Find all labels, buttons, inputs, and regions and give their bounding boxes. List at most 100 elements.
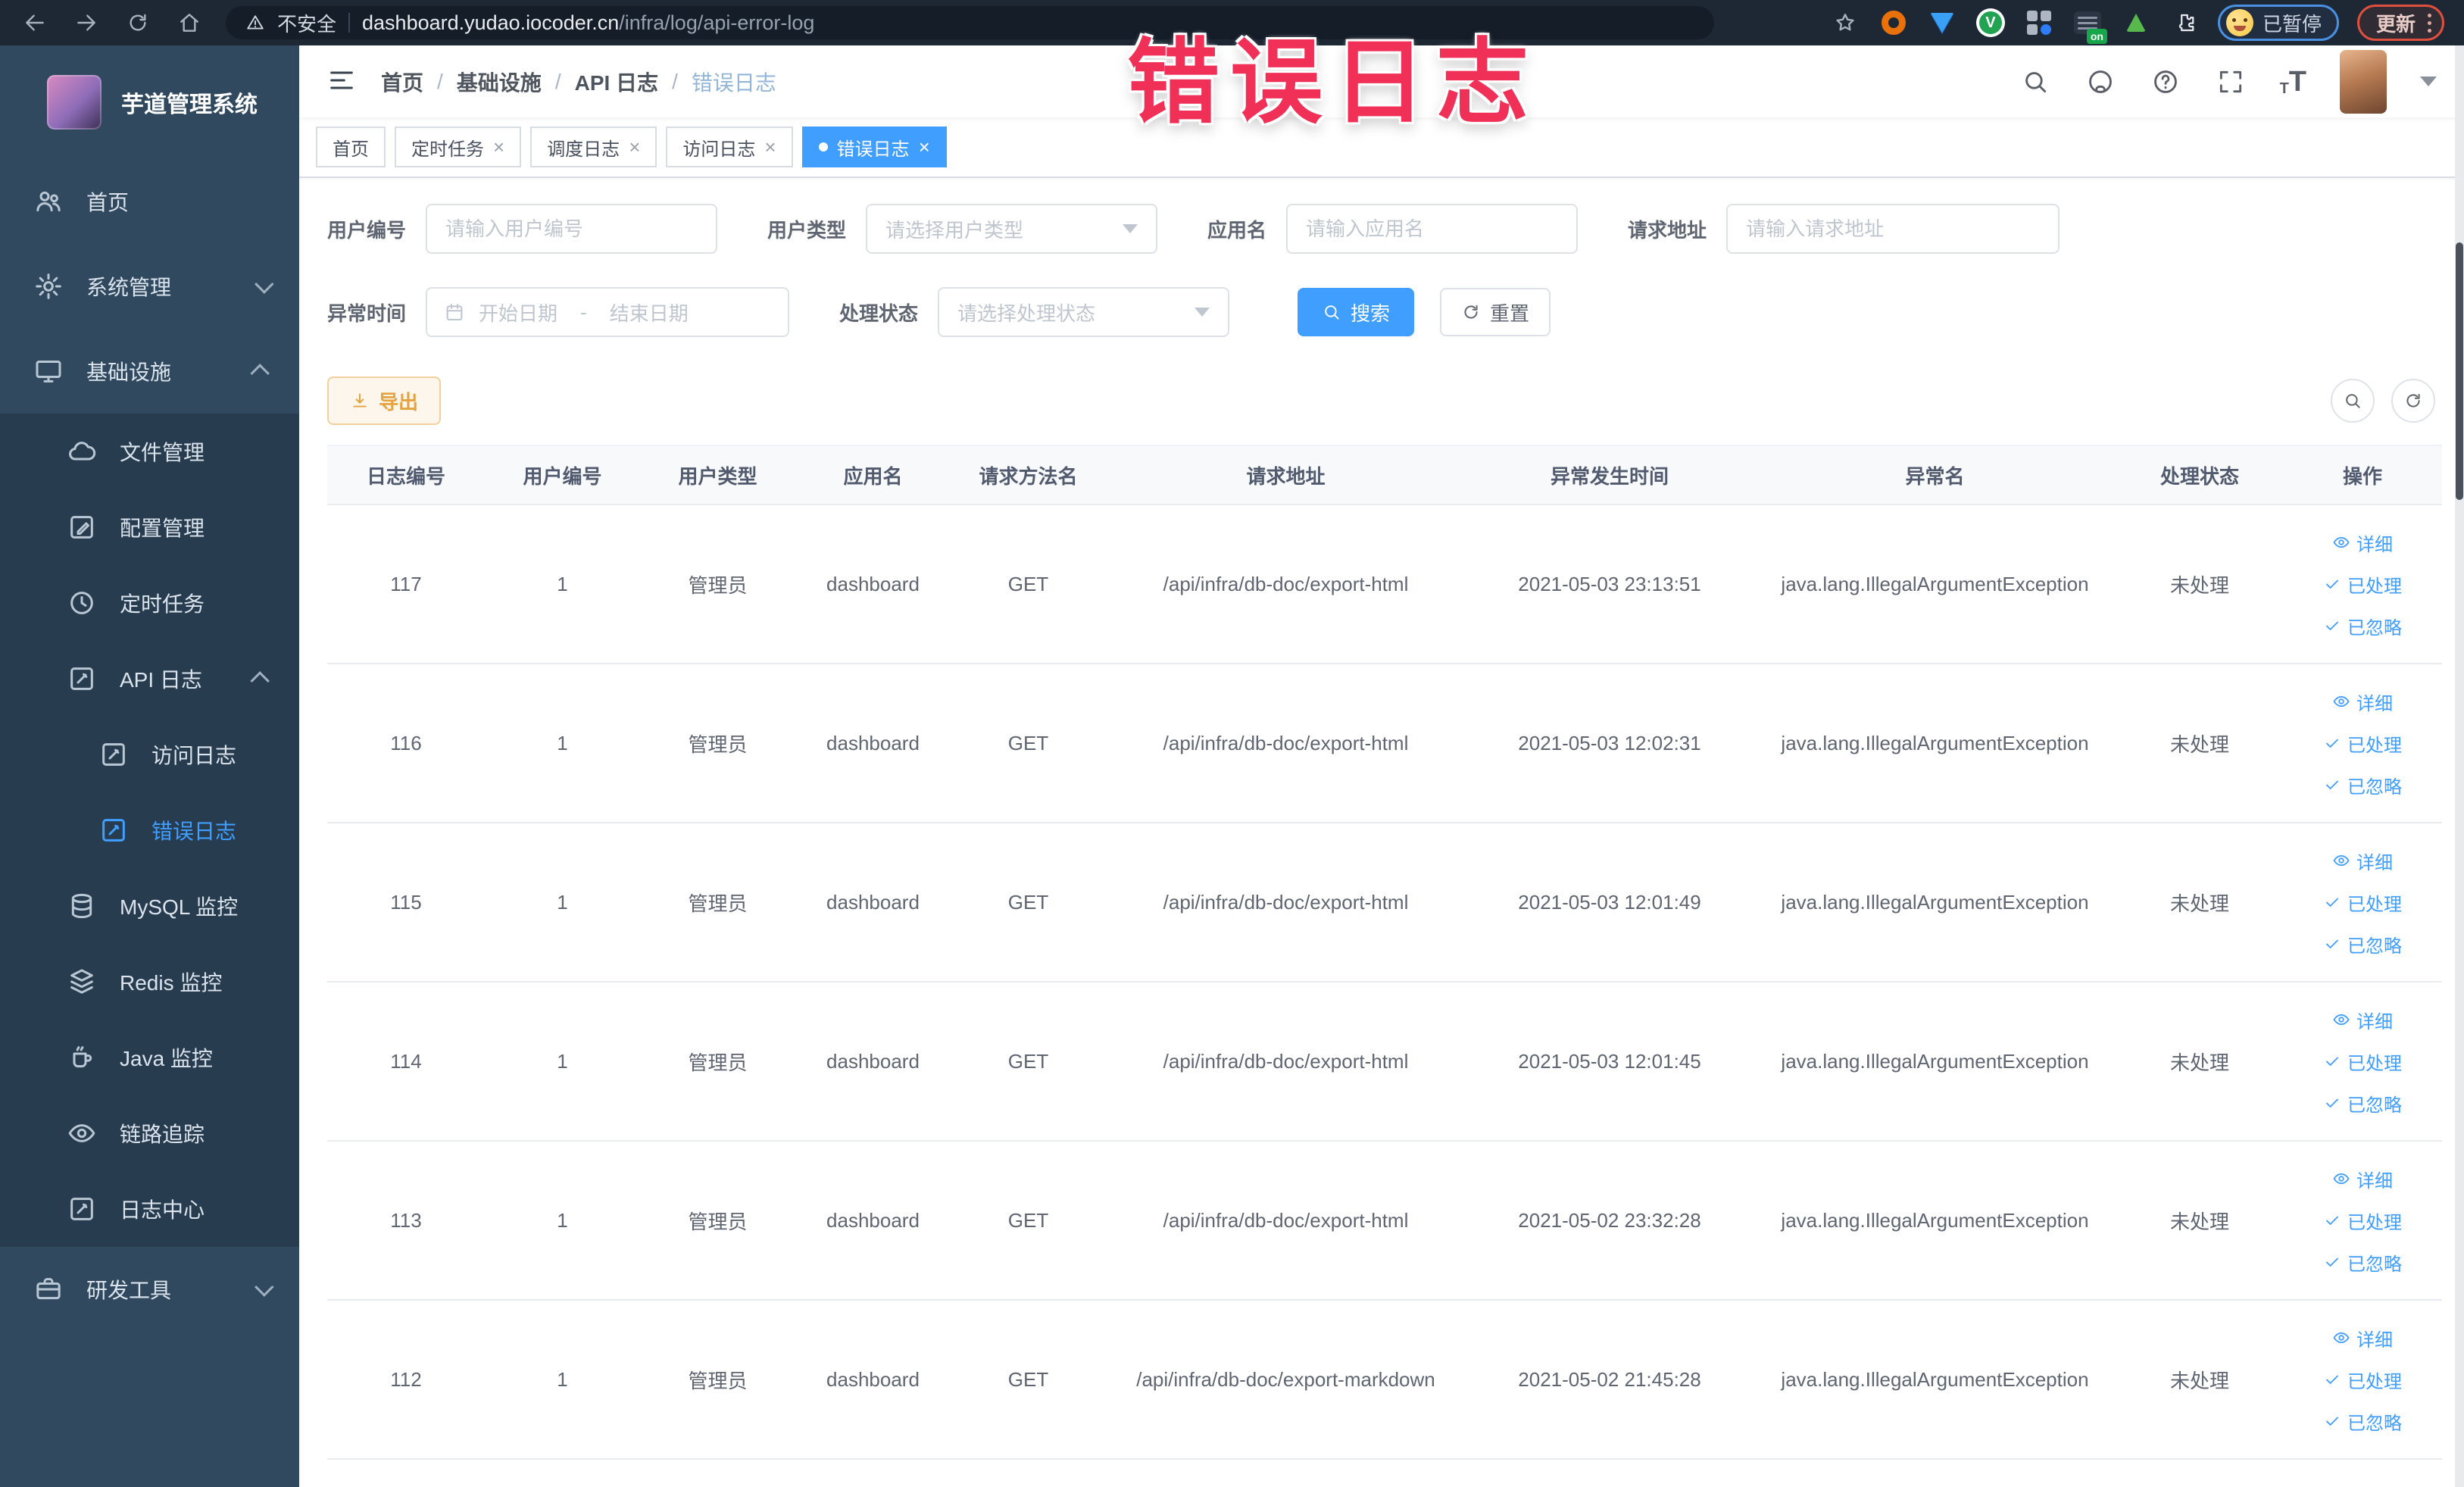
tab-close-icon[interactable]: × bbox=[629, 137, 640, 157]
tab-close-icon[interactable]: × bbox=[919, 137, 930, 157]
search-button[interactable]: 搜索 bbox=[1298, 288, 1415, 336]
github-icon[interactable] bbox=[2085, 66, 2116, 98]
extension-donut-icon[interactable] bbox=[1878, 8, 1909, 38]
sidebar-item-label: Redis 监控 bbox=[120, 971, 223, 995]
fullscreen-icon[interactable] bbox=[2215, 66, 2247, 98]
browser-menu-icon[interactable] bbox=[2428, 13, 2431, 33]
sidebar-item-Java 监控[interactable]: Java 监控 bbox=[0, 1020, 299, 1095]
eye-icon bbox=[67, 1118, 97, 1148]
action-ignored[interactable]: 已忽略 bbox=[2323, 1408, 2402, 1435]
action-processed[interactable]: 已处理 bbox=[2323, 1207, 2402, 1234]
search-icon[interactable] bbox=[2019, 66, 2051, 98]
action-ignored[interactable]: 已忽略 bbox=[2323, 931, 2402, 957]
sidebar-item-首页[interactable]: 首页 bbox=[0, 159, 299, 244]
cell-status: 未处理 bbox=[2169, 733, 2229, 756]
export-button[interactable]: 导出 bbox=[327, 376, 442, 425]
tab-调度日志[interactable]: 调度日志 × bbox=[530, 127, 657, 167]
action-detail[interactable]: 详细 bbox=[2332, 530, 2393, 556]
action-ignored[interactable]: 已忽略 bbox=[2323, 613, 2402, 639]
tab-定时任务[interactable]: 定时任务 × bbox=[395, 127, 522, 167]
sidebar-item-基础设施[interactable]: 基础设施 bbox=[0, 329, 299, 414]
calendar-icon bbox=[444, 301, 465, 323]
action-detail[interactable]: 详细 bbox=[2332, 1007, 2393, 1033]
date-range-picker[interactable]: 开始日期 - 结束日期 bbox=[426, 287, 790, 337]
sidebar-item-文件管理[interactable]: 文件管理 bbox=[0, 414, 299, 489]
tab-首页[interactable]: 首页 bbox=[316, 127, 386, 167]
browser-reload-button[interactable] bbox=[123, 8, 153, 38]
user-type-select[interactable]: 请选择用户类型 bbox=[866, 204, 1158, 254]
cell-app_name: dashboard bbox=[826, 1367, 920, 1391]
filter-app-name: 应用名 bbox=[1207, 204, 1579, 254]
action-detail[interactable]: 详细 bbox=[2332, 1325, 2393, 1351]
refresh-table-button[interactable] bbox=[2391, 379, 2435, 423]
cell-exception: java.lang.IllegalArgumentException bbox=[1781, 1367, 2089, 1391]
eye-icon bbox=[2332, 1011, 2350, 1029]
tab-close-icon[interactable]: × bbox=[764, 137, 776, 157]
extension-plant-icon[interactable] bbox=[2121, 8, 2151, 38]
action-label: 已忽略 bbox=[2347, 1254, 2402, 1275]
breadcrumb-item[interactable]: API 日志 bbox=[575, 67, 658, 97]
action-label: 已处理 bbox=[2347, 735, 2402, 756]
action-ignored[interactable]: 已忽略 bbox=[2323, 1249, 2402, 1276]
breadcrumb-item[interactable]: 基础设施 bbox=[457, 67, 542, 97]
action-processed[interactable]: 已处理 bbox=[2323, 730, 2402, 757]
browser-forward-button[interactable] bbox=[71, 8, 101, 38]
help-icon[interactable] bbox=[2150, 66, 2181, 98]
request-url-input[interactable] bbox=[1726, 204, 2060, 254]
extension-proxy-icon[interactable]: on bbox=[2072, 8, 2107, 44]
logo-image bbox=[47, 75, 101, 130]
tab-访问日志[interactable]: 访问日志 × bbox=[666, 127, 793, 167]
user-id-input[interactable] bbox=[426, 204, 718, 254]
sidebar-item-链路追踪[interactable]: 链路追踪 bbox=[0, 1095, 299, 1171]
browser-back-button[interactable] bbox=[20, 8, 50, 38]
breadcrumb-item[interactable]: 首页 bbox=[381, 67, 423, 97]
action-processed[interactable]: 已处理 bbox=[2323, 1048, 2402, 1075]
action-ignored[interactable]: 已忽略 bbox=[2323, 772, 2402, 798]
app-name-input[interactable] bbox=[1286, 204, 1579, 254]
tab-close-icon[interactable]: × bbox=[493, 137, 504, 157]
sidebar-item-错误日志[interactable]: 错误日志 bbox=[0, 792, 299, 868]
cell-time: 2021-05-03 12:01:49 bbox=[1518, 890, 1701, 914]
reset-button[interactable]: 重置 bbox=[1440, 288, 1551, 336]
sidebar-item-系统管理[interactable]: 系统管理 bbox=[0, 244, 299, 329]
bookmark-star-icon[interactable] bbox=[1830, 8, 1860, 38]
sidebar-logo[interactable]: 芋道管理系统 bbox=[0, 45, 299, 159]
scrollbar-thumb[interactable] bbox=[2456, 242, 2463, 500]
browser-home-button[interactable] bbox=[174, 8, 205, 38]
sidebar-item-label: 定时任务 bbox=[120, 592, 205, 616]
browser-profile-button[interactable]: 已暂停 bbox=[2217, 5, 2339, 41]
cell-method: GET bbox=[1007, 1049, 1049, 1073]
browser-update-button[interactable]: 更新 bbox=[2356, 5, 2444, 41]
action-processed[interactable]: 已处理 bbox=[2323, 1367, 2402, 1393]
avatar-caret-icon[interactable] bbox=[2420, 77, 2437, 86]
sidebar-item-访问日志[interactable]: 访问日志 bbox=[0, 717, 299, 792]
sidebar-item-定时任务[interactable]: 定时任务 bbox=[0, 565, 299, 641]
sidebar-item-日志中心[interactable]: 日志中心 bbox=[0, 1171, 299, 1247]
extension-v-icon[interactable]: V bbox=[1975, 8, 2006, 38]
sidebar-item-MySQL 监控[interactable]: MySQL 监控 bbox=[0, 868, 299, 944]
action-detail[interactable]: 详细 bbox=[2332, 1166, 2393, 1192]
font-size-icon[interactable]: TT bbox=[2280, 67, 2306, 96]
cell-log_id: 112 bbox=[390, 1367, 422, 1391]
sidebar-item-研发工具[interactable]: 研发工具 bbox=[0, 1247, 299, 1332]
column-header-user_type: 用户类型 bbox=[678, 464, 757, 488]
window-scrollbar[interactable] bbox=[2455, 45, 2464, 1487]
sidebar-item-API 日志[interactable]: API 日志 bbox=[0, 641, 299, 717]
cell-user_type: 管理员 bbox=[688, 892, 748, 915]
tab-错误日志[interactable]: 错误日志 × bbox=[801, 127, 947, 167]
extension-grid-icon[interactable] bbox=[2024, 8, 2054, 38]
extensions-puzzle-icon[interactable] bbox=[2169, 8, 2200, 38]
action-ignored[interactable]: 已忽略 bbox=[2323, 1090, 2402, 1117]
cell-actions: 详细 已处理 已忽略 bbox=[2283, 1325, 2442, 1435]
process-status-select[interactable]: 请选择处理状态 bbox=[938, 287, 1230, 337]
action-processed[interactable]: 已处理 bbox=[2323, 889, 2402, 916]
action-detail[interactable]: 详细 bbox=[2332, 848, 2393, 874]
sidebar-item-Redis 监控[interactable]: Redis 监控 bbox=[0, 944, 299, 1020]
action-detail[interactable]: 详细 bbox=[2332, 689, 2393, 715]
sidebar-item-配置管理[interactable]: 配置管理 bbox=[0, 489, 299, 565]
action-processed[interactable]: 已处理 bbox=[2323, 571, 2402, 598]
hamburger-icon[interactable] bbox=[326, 65, 360, 98]
user-avatar[interactable] bbox=[2340, 49, 2387, 114]
toggle-search-button[interactable] bbox=[2331, 379, 2375, 423]
extension-shield-icon[interactable] bbox=[1927, 8, 1957, 38]
